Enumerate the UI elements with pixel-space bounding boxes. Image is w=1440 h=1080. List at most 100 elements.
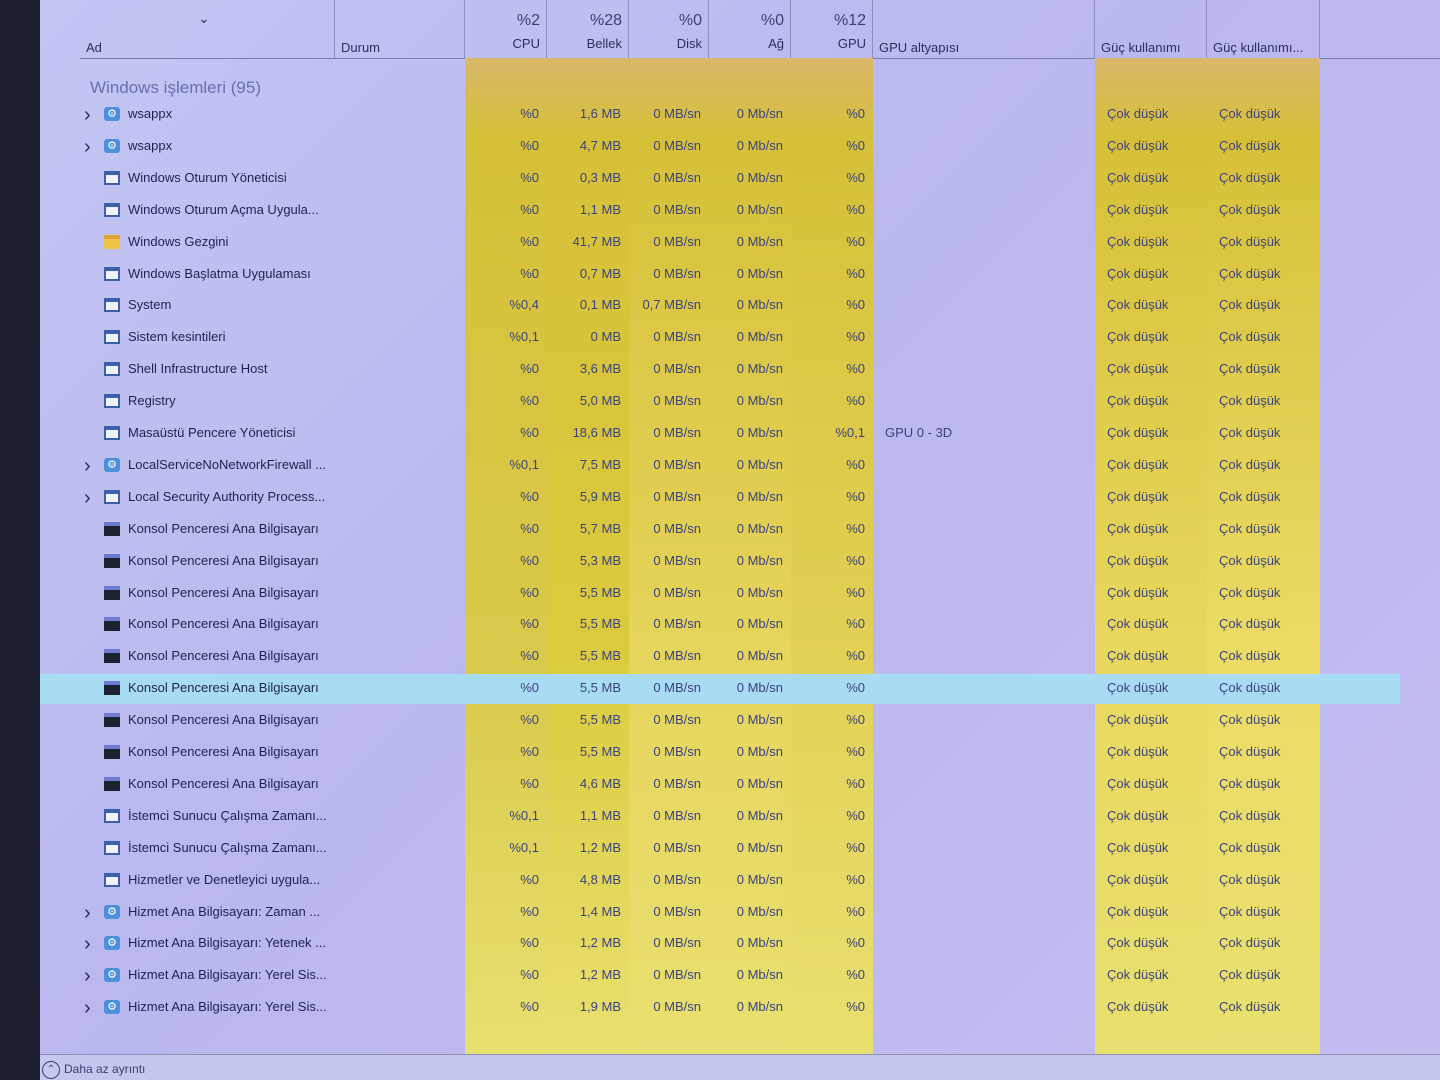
process-row[interactable]: İstemci Sunucu Çalışma Zamanı... %0,1 1,2 … [40, 834, 1400, 864]
column-header-network[interactable]: %0 Ağ [709, 0, 791, 58]
power-usage-value: Çok düşük [1107, 361, 1169, 377]
disk-value: 0 MB/sn [653, 712, 701, 728]
process-row[interactable]: › ⚙ Hizmet Ana Bilgisayarı: Yerel Sis... %0… [40, 993, 1400, 1023]
memory-value: 5,5 MB [579, 648, 621, 664]
column-header-gpu[interactable]: %12 GPU [791, 0, 873, 58]
column-header-cpu[interactable]: %2 CPU [465, 0, 547, 58]
process-row[interactable]: Konsol Penceresi Ana Bilgisayarı %0 4,6 MB… [40, 770, 1400, 800]
process-name: Hizmet Ana Bilgisayarı: Yerel Sis... [128, 999, 327, 1015]
cpu-value: %0 [520, 616, 539, 632]
power-trend-value: Çok düşük [1219, 648, 1281, 664]
memory-value: 1,9 MB [579, 999, 621, 1015]
power-usage-value: Çok düşük [1107, 456, 1169, 472]
process-name: Masaüstü Pencere Yöneticisi [128, 425, 296, 440]
column-header-power-trend[interactable]: Güç kullanımı... [1207, 0, 1320, 58]
process-window-icon [104, 362, 120, 377]
power-usage-value: Çok düşük [1107, 680, 1169, 696]
chevron-right-icon[interactable]: › [84, 997, 98, 1020]
column-label-network: Ağ [768, 36, 784, 51]
power-trend-value: Çok düşük [1219, 775, 1281, 791]
process-row[interactable]: Shell Infrastructure Host %0 3,6 MB 0 MB/sn… [40, 355, 1400, 385]
process-row[interactable]: › Local Security Authority Process... %0 5,… [40, 483, 1400, 513]
group-header-windows-processes[interactable]: Windows işlemleri (95) [90, 78, 261, 98]
chevron-right-icon[interactable]: › [84, 455, 98, 478]
process-row[interactable]: Windows Başlatma Uygulaması %0 0,7 MB 0 MB/… [40, 260, 1400, 290]
gpu-value: %0 [846, 329, 865, 345]
disk-value: 0 MB/sn [653, 680, 701, 696]
gpu-value: %0 [846, 265, 865, 281]
chevron-right-icon[interactable]: › [84, 104, 98, 127]
gpu-value: %0 [846, 967, 865, 983]
process-gear-icon: ⚙ [104, 138, 120, 153]
chevron-up-icon[interactable]: ⌃ [42, 1061, 60, 1079]
column-label-status: Durum [341, 40, 381, 55]
column-header-name[interactable]: Ad [80, 0, 335, 58]
process-row[interactable]: › ⚙ LocalServiceNoNetworkFirewall ... %0,1 7… [40, 451, 1400, 481]
process-row[interactable]: Konsol Penceresi Ana Bilgisayarı %0 5,3 MB… [40, 547, 1400, 577]
process-gear-icon: ⚙ [104, 1000, 120, 1015]
memory-value: 5,5 MB [579, 584, 621, 600]
chevron-right-icon[interactable]: › [84, 902, 98, 925]
network-value: 0 Mb/sn [736, 967, 783, 983]
column-label-power: Güç kullanımı [1101, 40, 1181, 55]
chevron-right-icon[interactable]: › [84, 136, 98, 159]
disk-value: 0 MB/sn [653, 807, 701, 823]
network-value: 0 Mb/sn [736, 680, 783, 696]
network-value: 0 Mb/sn [736, 903, 783, 919]
column-header-power[interactable]: Güç kullanımı [1095, 0, 1207, 58]
process-row[interactable]: Windows Gezgini %0 41,7 MB 0 MB/sn 0 Mb/sn %0… [40, 228, 1400, 258]
fewer-details-link[interactable]: Daha az ayrıntı [64, 1062, 145, 1076]
process-row[interactable]: Konsol Penceresi Ana Bilgisayarı %0 5,5 MB… [40, 674, 1400, 705]
process-row[interactable]: Windows Oturum Açma Uygula... %0 1,1 MB 0 M… [40, 196, 1400, 226]
process-name: Shell Infrastructure Host [128, 361, 268, 377]
power-usage-value: Çok düşük [1107, 265, 1169, 281]
disk-value: 0 MB/sn [653, 775, 701, 791]
process-console-icon [104, 521, 120, 536]
disk-value: 0 MB/sn [653, 839, 701, 855]
power-trend-value: Çok düşük [1219, 999, 1281, 1015]
chevron-right-icon[interactable]: › [84, 933, 98, 956]
chevron-right-icon[interactable]: › [84, 487, 98, 510]
process-row[interactable]: Konsol Penceresi Ana Bilgisayarı %0 5,5 MB… [40, 610, 1400, 640]
chevron-right-icon[interactable]: › [84, 965, 98, 988]
cpu-value: %0 [520, 712, 539, 728]
power-trend-value: Çok düşük [1219, 520, 1281, 536]
process-row[interactable]: Konsol Penceresi Ana Bilgisayarı %0 5,5 MB… [40, 642, 1400, 672]
power-trend-value: Çok düşük [1219, 903, 1281, 919]
process-row[interactable]: Registry %0 5,0 MB 0 MB/sn 0 Mb/sn %0 Çok düşü… [40, 387, 1400, 417]
memory-value: 1,1 MB [579, 807, 621, 823]
network-value: 0 Mb/sn [736, 425, 783, 440]
process-name: Konsol Penceresi Ana Bilgisayarı [128, 775, 319, 791]
process-row[interactable]: Konsol Penceresi Ana Bilgisayarı %0 5,5 MB… [40, 579, 1400, 609]
process-row[interactable]: System %0,4 0,1 MB 0,7 MB/sn 0 Mb/sn %0 Çok dü… [40, 291, 1400, 321]
column-header-disk[interactable]: %0 Disk [629, 0, 709, 58]
column-header-gpu-engine[interactable]: GPU altyapısı [873, 0, 1095, 58]
network-value: 0 Mb/sn [736, 169, 783, 185]
process-row[interactable]: › ⚙ Hizmet Ana Bilgisayarı: Zaman ... %0 1,4… [40, 898, 1400, 928]
process-row[interactable]: Windows Oturum Yöneticisi %0 0,3 MB 0 MB/sn… [40, 164, 1400, 194]
power-usage-value: Çok düşük [1107, 775, 1169, 791]
process-row[interactable]: Konsol Penceresi Ana Bilgisayarı %0 5,5 MB… [40, 738, 1400, 768]
process-row[interactable]: Konsol Penceresi Ana Bilgisayarı %0 5,5 MB… [40, 706, 1400, 736]
process-row[interactable]: Hizmetler ve Denetleyici uygula... %0 4,8 … [40, 866, 1400, 896]
process-row[interactable]: Masaüstü Pencere Yöneticisi %0 18,6 MB 0 MB… [40, 419, 1400, 449]
process-row[interactable]: › ⚙ wsappx %0 4,7 MB 0 MB/sn 0 Mb/sn %0 Çok düşü… [40, 132, 1400, 162]
process-row[interactable]: Konsol Penceresi Ana Bilgisayarı %0 5,7 MB… [40, 515, 1400, 545]
process-row[interactable]: › ⚙ wsappx %0 1,6 MB 0 MB/sn 0 Mb/sn %0 Çok düşü… [40, 100, 1400, 130]
cpu-value: %0,4 [509, 297, 539, 313]
process-row[interactable]: › ⚙ Hizmet Ana Bilgisayarı: Yerel Sis... %0… [40, 961, 1400, 991]
column-percent-cpu: %2 [516, 12, 540, 29]
cpu-value: %0 [520, 775, 539, 791]
process-name: Konsol Penceresi Ana Bilgisayarı [128, 680, 319, 696]
memory-value: 1,4 MB [579, 903, 621, 919]
cpu-value: %0 [520, 137, 539, 153]
disk-value: 0 MB/sn [653, 361, 701, 377]
process-row[interactable]: Sistem kesintileri %0,1 0 MB 0 MB/sn 0 Mb/sn… [40, 323, 1400, 353]
disk-value: 0 MB/sn [653, 329, 701, 345]
column-header-status[interactable]: Durum [335, 0, 465, 58]
process-row[interactable]: İstemci Sunucu Çalışma Zamanı... %0,1 1,1 … [40, 802, 1400, 832]
column-label-name: Ad [86, 40, 102, 55]
process-console-icon [104, 776, 120, 791]
process-row[interactable]: › ⚙ Hizmet Ana Bilgisayarı: Yetenek ... %0 1… [40, 929, 1400, 959]
column-header-memory[interactable]: %28 Bellek [547, 0, 629, 58]
